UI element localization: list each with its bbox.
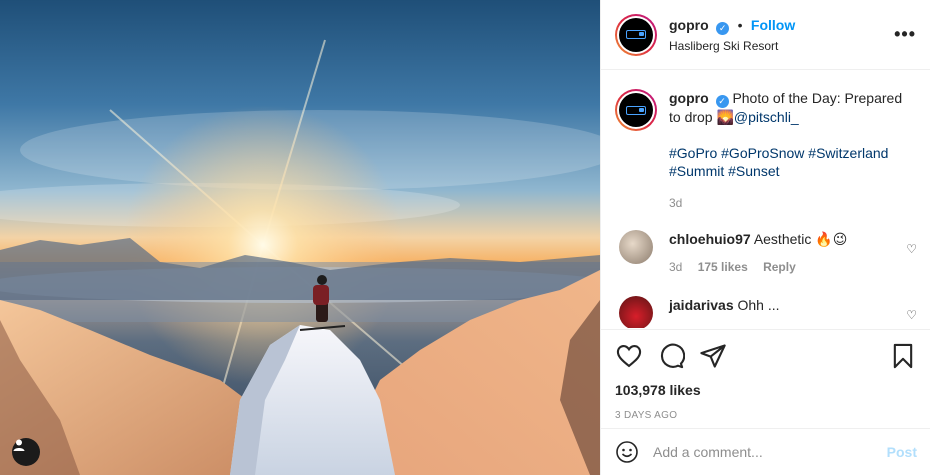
caption-row: gopro ✓ Photo of the Day: Prepared to dr… bbox=[615, 89, 917, 212]
verified-badge-icon: ✓ bbox=[716, 21, 730, 35]
comment-text: Aesthetic 🔥😉 bbox=[753, 231, 848, 247]
mountain-sunset-image bbox=[0, 39, 600, 475]
post-comment-button[interactable]: Post bbox=[887, 444, 917, 460]
comment-age: 3d bbox=[669, 260, 683, 274]
commenter-avatar[interactable] bbox=[619, 296, 653, 328]
header-username[interactable]: gopro bbox=[669, 17, 709, 33]
reply-button[interactable]: Reply bbox=[763, 260, 796, 274]
comment-likes[interactable]: 175 likes bbox=[698, 260, 748, 274]
caption-avatar[interactable] bbox=[615, 89, 657, 131]
post-photo[interactable] bbox=[0, 0, 600, 475]
gopro-logo-icon bbox=[626, 30, 646, 39]
post-actions: 103,978 likes 3 DAYS AGO bbox=[601, 329, 930, 421]
add-comment-bar: Post bbox=[601, 428, 930, 475]
post-sidebar: gopro ✓ • Follow Hasliberg Ski Resort ••… bbox=[600, 0, 930, 475]
comment-username[interactable]: jaidarivas bbox=[669, 297, 734, 313]
caption-mention[interactable]: @pitschli_ bbox=[734, 109, 799, 125]
post-date[interactable]: 3 DAYS AGO bbox=[615, 410, 917, 421]
caption-hashtags[interactable]: #GoPro #GoProSnow #Switzerland #Summit #… bbox=[669, 144, 917, 180]
caption-username[interactable]: gopro bbox=[669, 90, 709, 106]
smiley-icon[interactable] bbox=[615, 440, 639, 464]
comment-username[interactable]: chloehuio97 bbox=[669, 231, 751, 247]
comments-list[interactable]: gopro ✓ Photo of the Day: Prepared to dr… bbox=[601, 71, 930, 328]
separator-dot: • bbox=[737, 16, 743, 33]
comment-input[interactable] bbox=[653, 444, 887, 460]
comment-bubble-icon[interactable] bbox=[657, 342, 685, 370]
instagram-post: gopro ✓ • Follow Hasliberg Ski Resort ••… bbox=[0, 0, 930, 475]
follow-button[interactable]: Follow bbox=[751, 17, 795, 33]
location-link[interactable]: Hasliberg Ski Resort bbox=[669, 39, 894, 53]
gopro-logo-icon bbox=[626, 105, 646, 115]
likes-count[interactable]: 103,978 likes bbox=[615, 382, 917, 398]
comment-like-icon[interactable]: ♡ bbox=[906, 308, 917, 322]
bookmark-icon[interactable] bbox=[889, 342, 917, 370]
user-tag-icon[interactable] bbox=[12, 438, 40, 466]
comment-like-icon[interactable]: ♡ bbox=[906, 242, 917, 256]
post-header: gopro ✓ • Follow Hasliberg Ski Resort ••… bbox=[601, 0, 930, 70]
comment-text: Ohh ... bbox=[737, 297, 780, 313]
caption-age: 3d bbox=[669, 196, 683, 210]
verified-badge-icon: ✓ bbox=[715, 95, 729, 108]
sunrise-emoji: 🌄 bbox=[716, 109, 734, 125]
more-options-icon[interactable]: ••• bbox=[894, 24, 916, 45]
gopro-avatar[interactable] bbox=[615, 13, 657, 56]
comment-row: chloehuio97 Aesthetic 🔥😉 3d 175 likes Re… bbox=[615, 230, 917, 276]
heart-outline-icon[interactable] bbox=[615, 342, 643, 370]
comment-row: jaidarivas Ohh ... ♡ bbox=[615, 296, 917, 328]
paper-plane-icon[interactable] bbox=[699, 342, 727, 370]
commenter-avatar[interactable] bbox=[619, 230, 653, 264]
